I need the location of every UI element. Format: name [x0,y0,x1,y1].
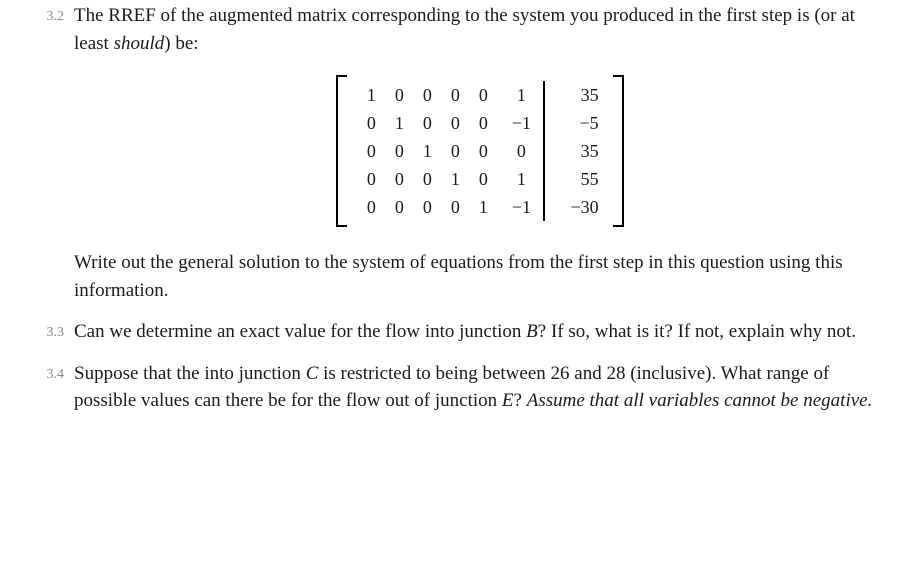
question-body: The RREF of the augmented matrix corresp… [74,2,886,304]
matrix-cell: 0 [503,138,539,164]
matrix-cell: 0 [357,138,385,164]
matrix-cell: 1 [503,82,539,108]
matrix-cell: 1 [413,138,441,164]
matrix-cell: −1 [503,194,539,220]
document-page: 3.2 The RREF of the augmented matrix cor… [0,0,916,449]
matrix-cell: 0 [469,166,497,192]
matrix-block-B: 1 −1 0 1 −1 [503,81,539,221]
junction-E: E [502,390,514,411]
matrix-cell: 0 [385,82,413,108]
text: ? If so, what is it? If not, explain why… [538,321,856,342]
question-body: Suppose that the into junction C is rest… [74,360,886,415]
question-number: 3.3 [30,318,74,343]
matrix-cell: 0 [413,110,441,136]
matrix-block-C: 35 −5 35 55 −30 [555,81,603,221]
matrix-block-A: 1 0 0 0 0 0 1 0 0 0 0 0 1 [357,81,497,221]
matrix-cell: 1 [441,166,469,192]
matrix-cell: 0 [469,82,497,108]
right-bracket [611,75,624,227]
matrix-cell: 1 [503,166,539,192]
matrix-cell: 1 [469,194,497,220]
question-3-2: 3.2 The RREF of the augmented matrix cor… [30,2,886,304]
question-number: 3.4 [30,360,74,385]
matrix-cell: 0 [441,82,469,108]
text: Can we determine an exact value for the … [74,321,526,342]
text: ? [514,390,527,411]
junction-B: B [526,321,538,342]
matrix-cell: 35 [555,138,603,164]
junction-C: C [306,363,319,384]
matrix-cell: 35 [555,82,603,108]
matrix-cell: 0 [357,166,385,192]
matrix-cell: 1 [385,110,413,136]
question-body: Can we determine an exact value for the … [74,318,886,346]
matrix-cell: 0 [469,138,497,164]
question-3-3: 3.3 Can we determine an exact value for … [30,318,886,346]
question-number: 3.2 [30,2,74,27]
italic-note: Assume that all variables cannot be nega… [527,390,873,411]
text: ) be: [164,33,198,54]
matrix-cell: 0 [413,194,441,220]
augment-bar [543,81,544,221]
italic-word: should [114,33,165,54]
matrix-cell: 0 [441,138,469,164]
matrix-cell: 0 [357,110,385,136]
matrix-cell: 0 [469,110,497,136]
matrix-cell: 0 [385,166,413,192]
augmented-matrix: 1 0 0 0 0 0 1 0 0 0 0 0 1 [74,75,886,227]
matrix-cell: 0 [385,138,413,164]
question-3-4: 3.4 Suppose that the into junction C is … [30,360,886,415]
matrix-cell: 0 [441,194,469,220]
matrix-cell: 0 [413,82,441,108]
paragraph: Write out the general solution to the sy… [74,249,886,304]
matrix-cell: −30 [555,194,603,220]
matrix-cell: 1 [357,82,385,108]
left-bracket [336,75,349,227]
matrix-cell: 0 [385,194,413,220]
matrix-cell: 0 [357,194,385,220]
matrix-cell: 0 [413,166,441,192]
matrix-cell: 55 [555,166,603,192]
matrix-cell: −1 [503,110,539,136]
matrix-cell: −5 [555,110,603,136]
matrix-cell: 0 [441,110,469,136]
text: Suppose that the into junction [74,363,306,384]
